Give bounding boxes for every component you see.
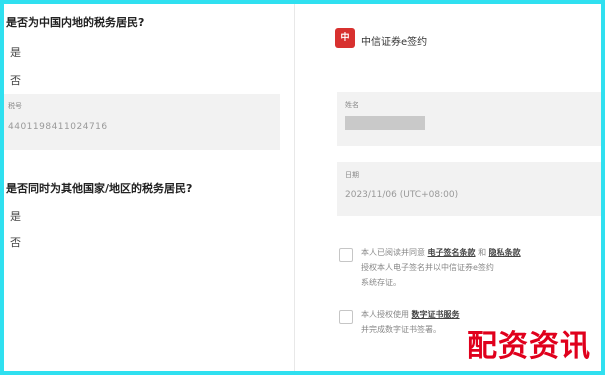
question-tax-resident-other: 是否同时为其他国家/地区的税务居民?	[6, 182, 193, 195]
terms-2-line2: 并完成数字证书签署。	[361, 325, 441, 334]
tax-id-label: 税号	[8, 102, 22, 110]
name-field[interactable]: 姓名	[337, 92, 601, 146]
date-value: 2023/11/06 (UTC+08:00)	[345, 190, 459, 200]
option-no-2[interactable]: 否	[10, 234, 21, 250]
brand-logo-icon: 中	[335, 28, 355, 48]
watermark-text: 配资资讯	[467, 329, 591, 364]
name-label: 姓名	[345, 101, 359, 109]
masked-name-value	[345, 116, 425, 130]
digital-certificate-link[interactable]: 数字证书服务	[412, 310, 460, 319]
terms-1-line3: 系统存证。	[361, 278, 401, 287]
terms-2-prefix: 本人授权使用	[361, 310, 409, 319]
tax-id-field[interactable]: 税号 4401198411024716	[4, 94, 280, 150]
e-signature-terms-link[interactable]: 电子签名条款	[428, 248, 476, 257]
question-tax-resident-china: 是否为中国内地的税务居民?	[6, 16, 145, 29]
date-label: 日期	[345, 171, 359, 179]
terms-1-mid: 和	[478, 248, 487, 257]
brand-name: 中信证券e签约	[361, 37, 428, 48]
app-frame: 是否为中国内地的税务居民? 是 否 税号 4401198411024716 是否…	[4, 4, 601, 371]
option-yes-1[interactable]: 是	[10, 44, 21, 60]
option-yes-2[interactable]: 是	[10, 208, 21, 224]
terms-text-1: 本人已阅读并同意 电子签名条款 和 隐私条款 授权本人电子签名并以中信证券e签约…	[361, 245, 521, 290]
agree-certificate-checkbox[interactable]	[339, 310, 353, 324]
date-field[interactable]: 日期 2023/11/06 (UTC+08:00)	[337, 162, 601, 216]
terms-1-prefix: 本人已阅读并同意	[361, 248, 425, 257]
option-no-1[interactable]: 否	[10, 72, 21, 88]
terms-1-line2: 授权本人电子签名并以中信证券e签约	[361, 263, 494, 272]
agree-terms-checkbox[interactable]	[339, 248, 353, 262]
tax-id-value: 4401198411024716	[8, 122, 108, 132]
terms-text-2: 本人授权使用 数字证书服务 并完成数字证书签署。	[361, 307, 460, 337]
tax-form-panel: 是否为中国内地的税务居民? 是 否 税号 4401198411024716 是否…	[4, 4, 294, 371]
signature-panel: 中 中信证券e签约 姓名 日期 2023/11/06 (UTC+08:00) 本…	[295, 4, 601, 371]
privacy-terms-link[interactable]: 隐私条款	[489, 248, 521, 257]
